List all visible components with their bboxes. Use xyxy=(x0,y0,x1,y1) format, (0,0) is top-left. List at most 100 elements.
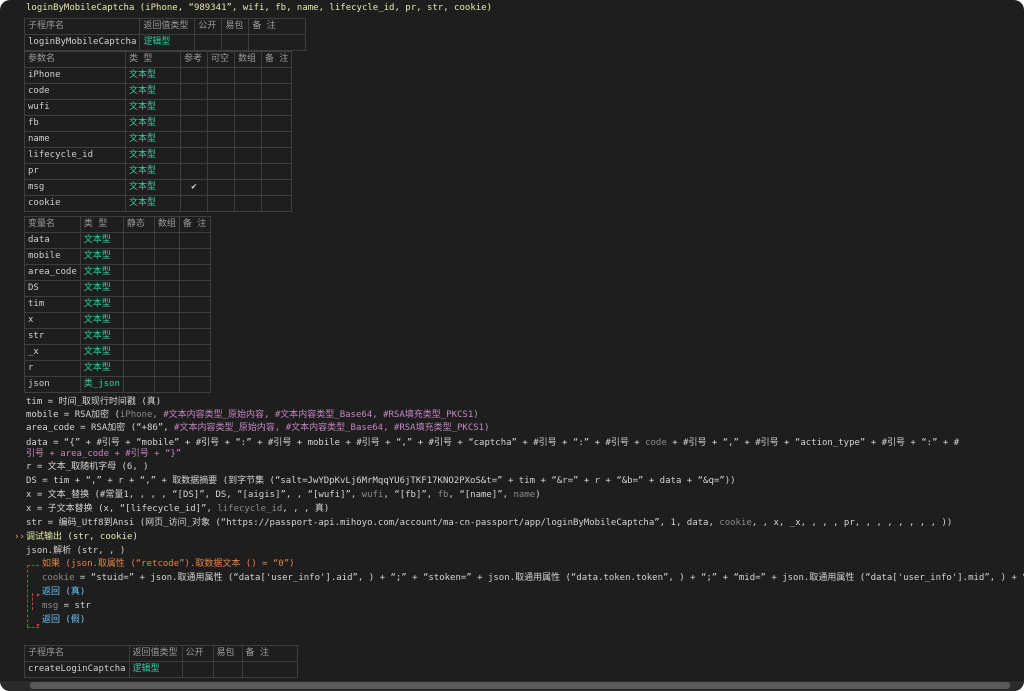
cell[interactable] xyxy=(153,248,180,265)
var-name[interactable]: _x xyxy=(24,344,81,361)
var-type[interactable]: 文本型 xyxy=(79,280,124,297)
scrollbar-thumb[interactable] xyxy=(30,682,1010,689)
var-name[interactable]: str xyxy=(24,328,81,345)
var-name[interactable]: tim xyxy=(24,296,81,313)
param-type[interactable]: 文本型 xyxy=(125,115,181,132)
ref-check[interactable] xyxy=(180,131,208,148)
subroutine-name[interactable]: loginByMobileCaptcha xyxy=(23,34,141,51)
param-name[interactable]: wufi xyxy=(24,99,126,116)
cell[interactable] xyxy=(153,232,180,249)
cell[interactable] xyxy=(207,147,235,164)
param-type[interactable]: 文本型 xyxy=(125,83,181,100)
cell[interactable] xyxy=(178,296,211,313)
cell[interactable] xyxy=(122,328,155,345)
param-type[interactable]: 文本型 xyxy=(125,131,181,148)
cell[interactable] xyxy=(178,280,211,297)
cell[interactable] xyxy=(122,248,155,265)
cell[interactable] xyxy=(207,179,235,196)
code-line-return-true[interactable]: 返回 (真) xyxy=(42,587,85,598)
cell[interactable] xyxy=(234,83,262,100)
var-type[interactable]: 文本型 xyxy=(79,360,124,377)
cell[interactable] xyxy=(260,163,293,180)
param-type[interactable]: 文本型 xyxy=(125,179,181,196)
ref-check[interactable] xyxy=(180,115,208,132)
var-type[interactable]: 文本型 xyxy=(79,344,124,361)
cell[interactable] xyxy=(194,34,223,51)
var-type[interactable]: 文本型 xyxy=(79,264,124,281)
var-type[interactable]: 文本型 xyxy=(79,312,124,329)
var-type[interactable]: 文本型 xyxy=(79,232,124,249)
cell[interactable] xyxy=(153,344,180,361)
var-name[interactable]: area_code xyxy=(24,264,81,281)
cell[interactable] xyxy=(153,296,180,313)
param-type[interactable]: 文本型 xyxy=(125,99,181,116)
cell[interactable] xyxy=(260,147,293,164)
code-line-debug[interactable]: 调试输出 (str, cookie) xyxy=(26,532,138,543)
param-name[interactable]: lifecycle_id xyxy=(24,147,126,164)
cell[interactable] xyxy=(260,131,293,148)
cell[interactable] xyxy=(122,360,155,377)
param-type[interactable]: 文本型 xyxy=(125,67,181,84)
param-name[interactable]: msg xyxy=(24,179,126,196)
cell[interactable] xyxy=(207,99,235,116)
ref-check[interactable] xyxy=(180,99,208,116)
code-line-x-subreplace[interactable]: x = 子文本替换 (x, “[lifecycle_id]”, lifecycl… xyxy=(26,504,329,515)
cell[interactable] xyxy=(153,280,180,297)
subroutine-name[interactable]: createLoginCaptcha xyxy=(24,661,130,678)
param-type[interactable]: 文本型 xyxy=(125,147,181,164)
param-name[interactable]: name xyxy=(24,131,126,148)
ref-check[interactable]: ✔ xyxy=(180,179,208,196)
var-type[interactable]: 文本型 xyxy=(79,296,124,313)
param-name[interactable]: pr xyxy=(24,163,126,180)
ref-check[interactable] xyxy=(180,195,208,212)
cell[interactable] xyxy=(122,232,155,249)
cell[interactable] xyxy=(178,376,211,393)
cell[interactable] xyxy=(221,34,250,51)
cell[interactable] xyxy=(153,312,180,329)
cell[interactable] xyxy=(234,115,262,132)
cell[interactable] xyxy=(234,163,262,180)
cell[interactable] xyxy=(260,83,293,100)
cell[interactable] xyxy=(122,264,155,281)
cell[interactable] xyxy=(153,360,180,377)
cell[interactable] xyxy=(212,661,243,678)
cell[interactable] xyxy=(122,344,155,361)
cell[interactable] xyxy=(234,195,262,212)
var-type[interactable]: 文本型 xyxy=(79,248,124,265)
cell[interactable] xyxy=(234,131,262,148)
cell[interactable] xyxy=(260,115,293,132)
cell[interactable] xyxy=(248,34,307,51)
ref-check[interactable] xyxy=(180,67,208,84)
breakpoint-marker-icon[interactable]: ›› xyxy=(14,532,25,542)
param-name[interactable]: code xyxy=(24,83,126,100)
cell[interactable] xyxy=(234,99,262,116)
cell[interactable] xyxy=(207,83,235,100)
cell[interactable] xyxy=(122,280,155,297)
return-type[interactable]: 逻辑型 xyxy=(139,34,196,51)
cell[interactable] xyxy=(178,360,211,377)
var-name[interactable]: x xyxy=(24,312,81,329)
ref-check[interactable] xyxy=(180,83,208,100)
cell[interactable] xyxy=(178,264,211,281)
code-line-msg[interactable]: msg = str xyxy=(42,601,91,612)
code-line-area-code[interactable]: area_code = RSA加密 (“+86”, #文本内容类型_原始内容, … xyxy=(26,423,490,434)
code-line-mobile[interactable]: mobile = RSA加密 (iPhone, #文本内容类型_原始内容, #文… xyxy=(26,410,479,421)
code-line-return-false[interactable]: 返回 (假) xyxy=(42,615,85,626)
code-line-x-replace[interactable]: x = 文本_替换 (#常量1, , , , “[DS]”, DS, “[aig… xyxy=(26,490,541,501)
cell[interactable] xyxy=(260,67,293,84)
param-type[interactable]: 文本型 xyxy=(125,163,181,180)
cell[interactable] xyxy=(153,328,180,345)
var-name[interactable]: mobile xyxy=(24,248,81,265)
code-line-r[interactable]: r = 文本_取随机字母 (6, ) xyxy=(26,462,149,473)
param-name[interactable]: cookie xyxy=(24,195,126,212)
cell[interactable] xyxy=(207,163,235,180)
cell[interactable] xyxy=(234,147,262,164)
code-line-if[interactable]: 如果 (json.取属性 (“retcode”).取数据文本 () = “0”) xyxy=(42,559,295,570)
code-line-json-parse[interactable]: json.解析 (str, , ) xyxy=(26,546,125,557)
code-line-ds[interactable]: DS = tim + “,” + r + “,” + 取数据摘要 (到字节集 (… xyxy=(26,476,736,487)
cell[interactable] xyxy=(207,115,235,132)
cell[interactable] xyxy=(234,179,262,196)
cell[interactable] xyxy=(122,296,155,313)
cell[interactable] xyxy=(178,232,211,249)
var-name[interactable]: data xyxy=(24,232,81,249)
